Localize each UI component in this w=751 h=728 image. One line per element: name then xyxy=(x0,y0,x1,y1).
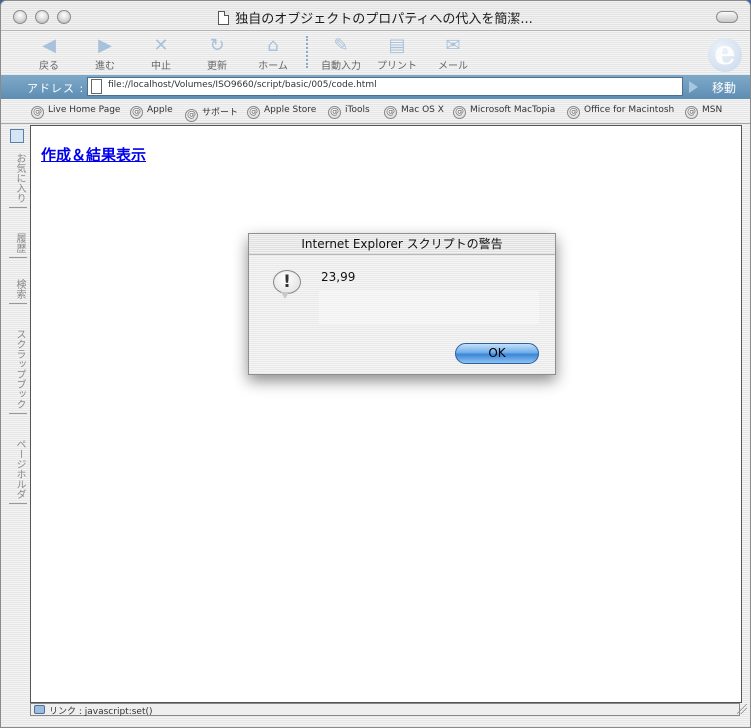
at-icon: @ xyxy=(384,106,397,119)
window-title: 独自のオブジェクトのプロパティへの代入を簡潔... xyxy=(235,12,533,27)
link-label: Mac OS X xyxy=(401,105,444,115)
dialog-title: Internet Explorer スクリプトの警告 xyxy=(249,234,555,255)
back-arrow-icon: ◀ xyxy=(42,35,56,56)
link-msn[interactable]: @ MSN xyxy=(685,105,722,119)
sidebar-toggle-icon[interactable] xyxy=(10,129,24,143)
link-microsoft-mactopia[interactable]: @ Microsoft MacTopia xyxy=(453,105,555,119)
stop-x-icon: ✕ xyxy=(153,35,169,56)
exclamation-icon: ! xyxy=(273,270,301,299)
print-label: プリント xyxy=(377,61,417,72)
at-icon: @ xyxy=(567,106,580,119)
explorer-sidebar: お気に入り 履歴 検索 スクラップブック ページホルダ xyxy=(1,125,30,703)
home-label: ホーム xyxy=(258,61,288,72)
forward-label: 進む xyxy=(95,61,115,72)
link-label: Apple Store xyxy=(264,105,317,115)
go-arrow-icon xyxy=(689,81,698,93)
link-apple[interactable]: @ Apple xyxy=(130,105,173,119)
address-bar: アドレス : 移動 xyxy=(1,75,750,99)
script-alert-dialog: Internet Explorer スクリプトの警告 ! 23,99 OK xyxy=(248,233,556,375)
dialog-message: 23,99 xyxy=(321,270,356,284)
tab-history[interactable]: 履歴 xyxy=(9,233,27,258)
print-button[interactable]: ▤ プリント xyxy=(375,35,419,73)
link-label: サポート xyxy=(202,108,239,118)
at-icon: @ xyxy=(185,109,198,122)
forward-arrow-icon: ▶ xyxy=(98,35,112,56)
link-label: Microsoft MacTopia xyxy=(470,105,556,115)
tab-scrapbook[interactable]: スクラップブック xyxy=(9,329,27,414)
browser-window: 独自のオブジェクトのプロパティへの代入を簡潔... ◀ 戻る ▶ 進む ✕ 中止… xyxy=(0,0,751,728)
link-apple-store[interactable]: @ Apple Store xyxy=(247,105,316,119)
window-title-wrap: 独自のオブジェクトのプロパティへの代入を簡潔... xyxy=(1,8,750,27)
toolbar: ◀ 戻る ▶ 進む ✕ 中止 ↻ 更新 ⌂ ホーム ✎ 自動入力 ▤ プリント … xyxy=(1,32,750,74)
title-bar[interactable]: 独自のオブジェクトのプロパティへの代入を簡潔... xyxy=(1,1,750,31)
links-bar: @ Live Home Page @ Apple @ サポート @ Apple Stor… xyxy=(1,100,750,124)
link-live-home-page[interactable]: @ Live Home Page xyxy=(31,105,120,119)
at-icon: @ xyxy=(453,106,466,119)
create-and-show-link[interactable]: 作成＆結果表示 xyxy=(41,144,146,165)
refresh-button[interactable]: ↻ 更新 xyxy=(195,35,239,73)
link-label: MSN xyxy=(702,105,723,115)
link-mac-os-x[interactable]: @ Mac OS X xyxy=(384,105,444,119)
document-icon xyxy=(218,11,230,25)
tab-favorites[interactable]: お気に入り xyxy=(9,153,27,208)
back-label: 戻る xyxy=(39,61,59,72)
refresh-label: 更新 xyxy=(207,61,227,72)
address-label: アドレス : xyxy=(27,82,85,95)
link-itools[interactable]: @ iTools xyxy=(328,105,370,119)
autofill-button[interactable]: ✎ 自動入力 xyxy=(319,35,363,73)
tab-page-holder[interactable]: ページホルダ xyxy=(9,439,27,504)
link-status-icon xyxy=(34,705,45,714)
toolbar-separator xyxy=(306,36,308,68)
address-field[interactable] xyxy=(87,77,683,96)
link-label: Office for Macintosh xyxy=(584,105,675,115)
page-icon xyxy=(91,79,102,94)
at-icon: @ xyxy=(247,106,260,119)
link-support[interactable]: @ サポート xyxy=(185,105,238,122)
go-button[interactable]: 移動 xyxy=(712,79,736,96)
mail-button[interactable]: ✉ メール xyxy=(431,35,475,73)
address-input[interactable] xyxy=(108,80,678,90)
home-icon: ⌂ xyxy=(267,35,279,56)
toolbar-toggle-button[interactable] xyxy=(716,11,738,23)
status-text: リンク : javascript:set() xyxy=(49,707,153,717)
printer-icon: ▤ xyxy=(388,35,406,56)
refresh-icon: ↻ xyxy=(209,35,225,56)
link-label: iTools xyxy=(345,105,370,115)
link-label: Live Home Page xyxy=(48,105,121,115)
link-label: Apple xyxy=(147,105,173,115)
ie-logo-icon: e xyxy=(708,36,742,72)
home-button[interactable]: ⌂ ホーム xyxy=(251,35,295,73)
stop-button[interactable]: ✕ 中止 xyxy=(139,35,183,73)
tab-search[interactable]: 検索 xyxy=(9,279,27,304)
mail-label: メール xyxy=(438,61,468,72)
stop-label: 中止 xyxy=(151,61,171,72)
pencil-icon: ✎ xyxy=(333,35,349,56)
at-icon: @ xyxy=(31,106,44,119)
forward-button[interactable]: ▶ 進む xyxy=(83,35,127,73)
status-bar: リンク : javascript:set() xyxy=(30,703,740,717)
ok-button[interactable]: OK xyxy=(455,343,539,364)
autofill-label: 自動入力 xyxy=(321,61,361,72)
at-icon: @ xyxy=(328,106,341,119)
back-button[interactable]: ◀ 戻る xyxy=(27,35,71,73)
at-icon: @ xyxy=(685,106,698,119)
resize-grip[interactable] xyxy=(737,704,747,714)
dialog-message-area xyxy=(319,290,539,324)
link-office-for-macintosh[interactable]: @ Office for Macintosh xyxy=(567,105,674,119)
envelope-icon: ✉ xyxy=(445,35,461,56)
at-icon: @ xyxy=(130,106,143,119)
page-content: 作成＆結果表示 xyxy=(30,125,742,703)
